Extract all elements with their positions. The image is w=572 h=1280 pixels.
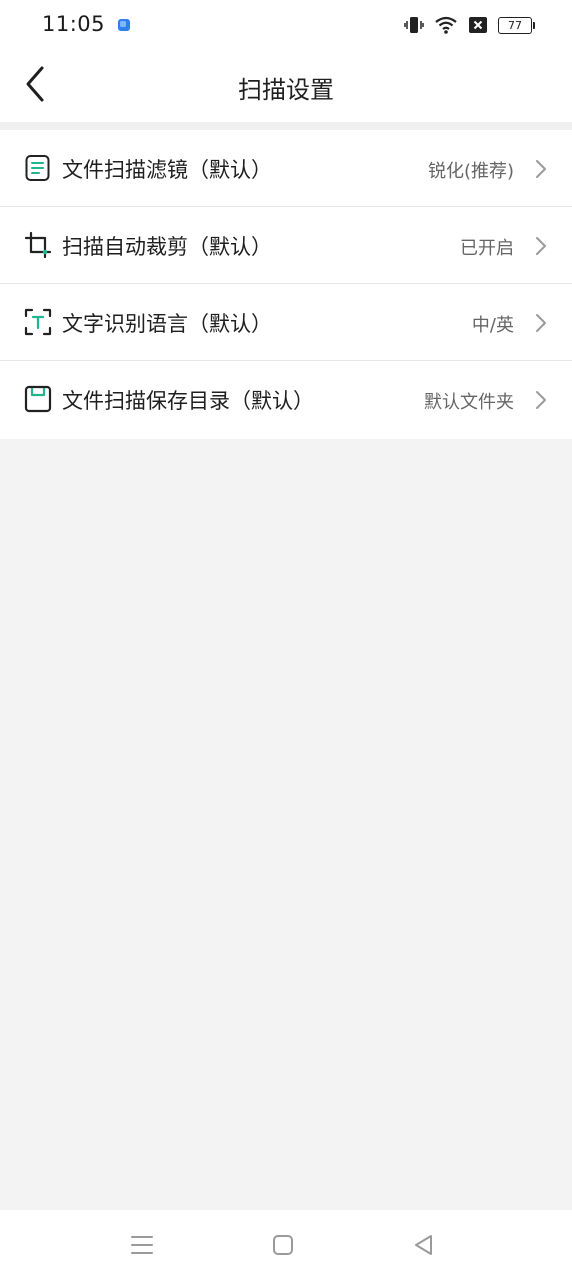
header: 扫描设置 [0, 50, 572, 122]
status-bar: 11:05 77 [0, 0, 572, 50]
document-filter-icon [25, 155, 50, 181]
setting-row-ocr-language[interactable]: 文字识别语言（默认） 中/英 [0, 284, 572, 361]
page-title: 扫描设置 [238, 76, 334, 104]
setting-label: 文件扫描保存目录（默认） [62, 389, 314, 413]
setting-row-save-directory[interactable]: 文件扫描保存目录（默认） 默认文件夹 [0, 361, 572, 439]
battery-icon: 77 [498, 16, 535, 34]
setting-row-scan-filter[interactable]: 文件扫描滤镜（默认） 锐化(推荐) [0, 130, 572, 207]
chevron-right-icon [536, 314, 546, 332]
setting-label: 扫描自动裁剪（默认） [62, 235, 272, 259]
setting-label: 文字识别语言（默认） [62, 312, 272, 336]
setting-label: 文件扫描滤镜（默认） [62, 158, 272, 182]
system-nav-bar [0, 1210, 572, 1280]
vibrate-icon [404, 17, 424, 33]
setting-value: 已开启 [460, 238, 514, 259]
settings-list: 文件扫描滤镜（默认） 锐化(推荐) 扫描自动裁剪（默认） 已开启 文字识别语言（… [0, 130, 572, 439]
setting-row-auto-crop[interactable]: 扫描自动裁剪（默认） 已开启 [0, 207, 572, 284]
back-triangle-icon[interactable] [411, 1232, 437, 1258]
sim-disabled-icon [469, 17, 487, 33]
menu-icon[interactable] [129, 1232, 155, 1258]
setting-value: 锐化(推荐) [427, 161, 514, 182]
text-recognition-icon [24, 308, 52, 336]
home-icon[interactable] [270, 1232, 296, 1258]
setting-value: 默认文件夹 [424, 392, 514, 413]
save-folder-icon [24, 385, 52, 413]
app-notification-icon [118, 19, 130, 31]
chevron-right-icon [536, 391, 546, 409]
status-time: 11:05 [42, 12, 106, 36]
chevron-right-icon [536, 160, 546, 178]
wifi-icon [435, 16, 457, 34]
chevron-right-icon [536, 237, 546, 255]
crop-icon [24, 231, 52, 259]
status-icons: 77 [404, 14, 535, 36]
header-divider [0, 122, 572, 130]
setting-value: 中/英 [471, 315, 514, 336]
